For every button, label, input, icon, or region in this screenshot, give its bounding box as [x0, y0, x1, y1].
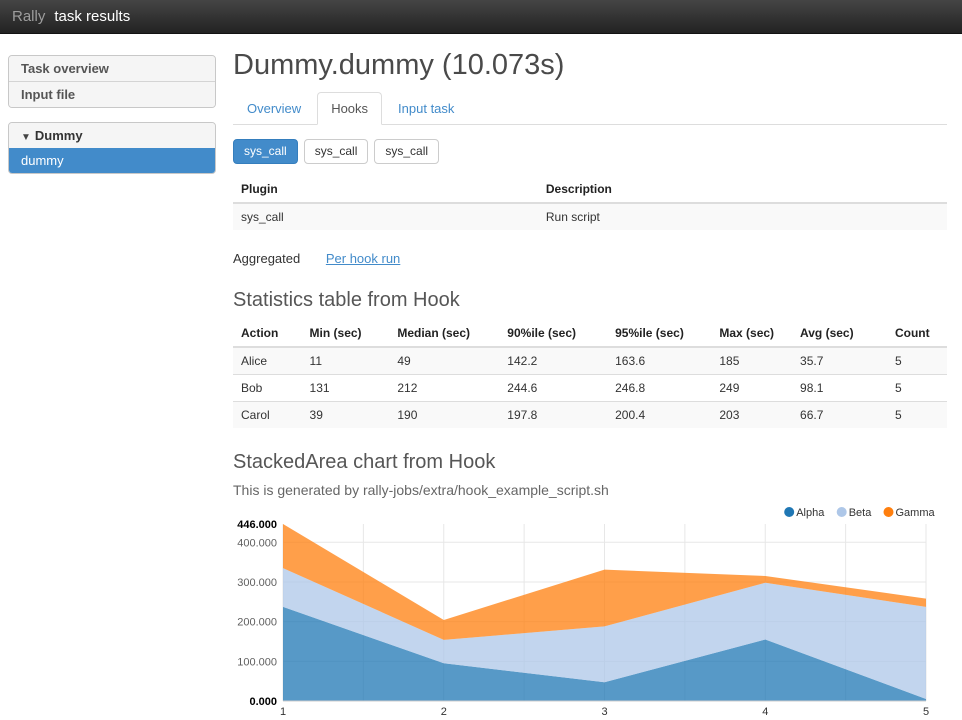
cell: 98.1	[792, 374, 887, 401]
rally-brand[interactable]: Rally	[12, 8, 45, 25]
svg-text:1: 1	[280, 706, 286, 718]
cell: 49	[389, 347, 499, 375]
svg-text:5: 5	[923, 706, 929, 718]
cell: Carol	[233, 401, 302, 428]
svg-text:Beta: Beta	[849, 507, 873, 519]
stats-table: ActionMin (sec)Median (sec)90%ile (sec)9…	[233, 320, 947, 428]
tab-input-task[interactable]: Input task	[384, 92, 468, 125]
cell: 197.8	[499, 401, 607, 428]
legend-item-gamma[interactable]: Gamma	[884, 507, 936, 519]
cell: 5	[887, 347, 947, 375]
per-hook-run-link[interactable]: Per hook run	[326, 251, 400, 266]
table-row-sys-call: sys_callRun script	[233, 203, 947, 230]
cell: Alice	[233, 347, 302, 375]
column-header-count: Count	[887, 320, 947, 347]
sidebar: Task overviewInput file ▼ Dummy dummy	[8, 55, 216, 188]
legend-item-beta[interactable]: Beta	[837, 507, 873, 519]
svg-text:4: 4	[762, 706, 768, 718]
stacked-area-chart: 0.000 100.000 200.000 300.000 400.000 446.000…	[233, 504, 947, 720]
hook-buttons: sys_callsys_callsys_call	[233, 139, 947, 164]
hook-button-sys-call-3[interactable]: sys_call	[374, 139, 439, 164]
page-title: Dummy.dummy (10.073s)	[233, 49, 947, 82]
column-header-action: Action	[233, 320, 302, 347]
svg-text:400.000: 400.000	[237, 537, 277, 549]
sidebar-item-input-file[interactable]: Input file	[9, 81, 215, 107]
column-header-max-sec: Max (sec)	[711, 320, 792, 347]
svg-text:200.000: 200.000	[237, 616, 277, 628]
svg-text:0.000: 0.000	[249, 696, 277, 708]
svg-text:Alpha: Alpha	[796, 507, 825, 519]
cell: 190	[389, 401, 499, 428]
column-header-95-ile-sec: 95%ile (sec)	[607, 320, 711, 347]
chart-legend: Gamma Beta Alpha	[784, 507, 935, 519]
aggregated-label: Aggregated	[233, 251, 300, 266]
cell: Run script	[538, 203, 947, 230]
svg-text:300.000: 300.000	[237, 577, 277, 589]
column-header-description: Description	[538, 176, 947, 203]
cell: 163.6	[607, 347, 711, 375]
cell: 200.4	[607, 401, 711, 428]
stats-heading: Statistics table from Hook	[233, 289, 947, 312]
cell: 142.2	[499, 347, 607, 375]
main-content: Dummy.dummy (10.073s) OverviewHooksInput…	[233, 49, 947, 720]
hook-button-sys-call-1[interactable]: sys_call	[233, 139, 298, 164]
legend-dot-beta	[837, 507, 847, 517]
sidebar-group-dummy[interactable]: ▼ Dummy	[9, 123, 215, 148]
cell: 244.6	[499, 374, 607, 401]
column-header-median-sec: Median (sec)	[389, 320, 499, 347]
cell: 249	[711, 374, 792, 401]
svg-text:Gamma: Gamma	[896, 507, 936, 519]
svg-text:100.000: 100.000	[237, 656, 277, 668]
navbar-title: task results	[54, 8, 130, 25]
cell: 212	[389, 374, 499, 401]
chart-subtitle: This is generated by rally-jobs/extra/ho…	[233, 482, 947, 498]
tab-overview[interactable]: Overview	[233, 92, 315, 125]
chart-heading: StackedArea chart from Hook	[233, 451, 947, 474]
tab-bar: OverviewHooksInput task	[233, 92, 947, 125]
cell: Bob	[233, 374, 302, 401]
legend-item-alpha[interactable]: Alpha	[784, 507, 825, 519]
cell: sys_call	[233, 203, 538, 230]
y-axis-labels: 0.000 100.000 200.000 300.000 400.000 446.000	[237, 519, 277, 708]
sidebar-item-dummy[interactable]: dummy	[9, 148, 215, 173]
collapse-triangle-icon: ▼	[21, 132, 31, 143]
cell: 246.8	[607, 374, 711, 401]
legend-dot-gamma	[884, 507, 894, 517]
cell: 39	[302, 401, 390, 428]
svg-text:3: 3	[601, 706, 607, 718]
cell: 35.7	[792, 347, 887, 375]
table-row-carol: Carol39190197.8200.420366.75	[233, 401, 947, 428]
sidebar-top-group: Task overviewInput file	[8, 55, 216, 108]
column-header-plugin: Plugin	[233, 176, 538, 203]
hook-button-sys-call-2[interactable]: sys_call	[304, 139, 369, 164]
plugin-table: PluginDescription sys_callRun script	[233, 176, 947, 230]
legend-dot-alpha	[784, 507, 794, 517]
table-row-alice: Alice1149142.2163.618535.75	[233, 347, 947, 375]
cell: 185	[711, 347, 792, 375]
sidebar-scenario-group: ▼ Dummy dummy	[8, 122, 216, 174]
sidebar-group-label: Dummy	[35, 128, 83, 143]
cell: 5	[887, 401, 947, 428]
column-header-90-ile-sec: 90%ile (sec)	[499, 320, 607, 347]
sidebar-item-task-overview[interactable]: Task overview	[9, 56, 215, 81]
hook-mode-toggle: Aggregated Per hook run	[233, 251, 947, 266]
svg-text:2: 2	[441, 706, 447, 718]
cell: 11	[302, 347, 390, 375]
cell: 5	[887, 374, 947, 401]
x-axis-labels: 1 2 3 4 5	[280, 706, 929, 718]
table-row-bob: Bob131212244.6246.824998.15	[233, 374, 947, 401]
cell: 66.7	[792, 401, 887, 428]
tab-hooks[interactable]: Hooks	[317, 92, 382, 125]
navbar: Rally task results	[0, 0, 962, 34]
cell: 203	[711, 401, 792, 428]
stacked-area-chart-container: 0.000 100.000 200.000 300.000 400.000 446.000…	[233, 504, 947, 720]
svg-text:446.000: 446.000	[237, 519, 277, 531]
column-header-avg-sec: Avg (sec)	[792, 320, 887, 347]
cell: 131	[302, 374, 390, 401]
column-header-min-sec: Min (sec)	[302, 320, 390, 347]
